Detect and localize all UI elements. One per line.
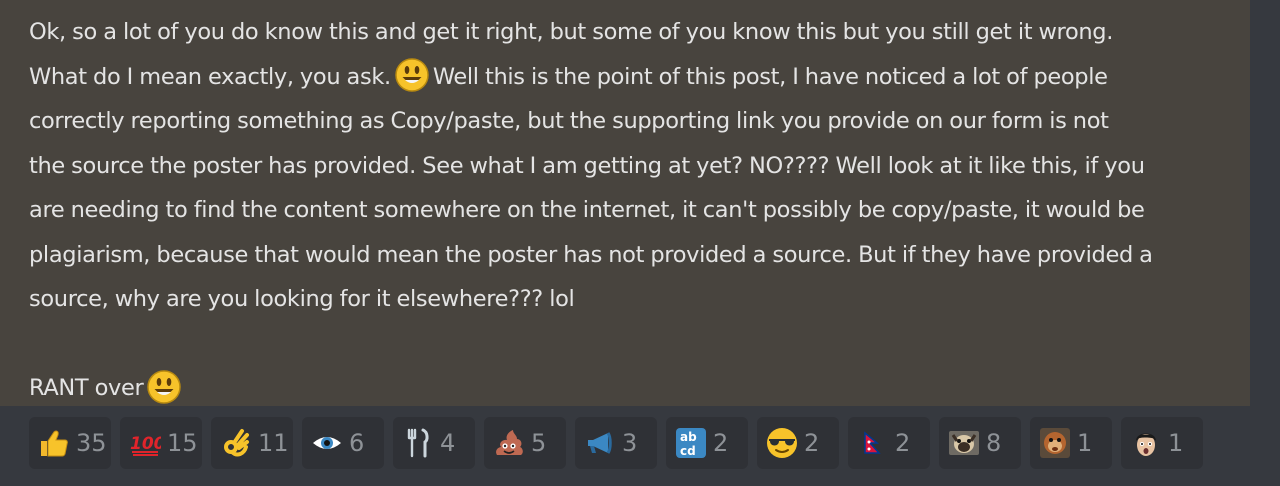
reaction-nepal-flag[interactable]: 2	[848, 417, 930, 469]
reaction-count: 8	[986, 429, 1002, 457]
smiley-emoji-icon	[395, 58, 429, 92]
reaction-eye[interactable]: 6	[302, 417, 384, 469]
reaction-thumbs-up[interactable]: 35	[29, 417, 111, 469]
reaction-ok-hand[interactable]: 11	[211, 417, 293, 469]
sunglasses-face-icon	[766, 427, 798, 459]
reaction-fork-knife[interactable]: 4	[393, 417, 475, 469]
message-line: correctly reporting something as Copy/pa…	[29, 108, 1109, 134]
reaction-megaphone[interactable]: 3	[575, 417, 657, 469]
reaction-count: 2	[895, 429, 911, 457]
message-line-part: What do I mean exactly, you ask.	[29, 63, 391, 90]
reaction-count: 4	[440, 429, 456, 457]
reaction-abcd[interactable]: ab cd 2	[666, 417, 748, 469]
fork-knife-icon	[402, 427, 434, 459]
reaction-hundred[interactable]: 100 15	[120, 417, 202, 469]
reaction-count: 2	[804, 429, 820, 457]
reaction-shocked-face[interactable]: 1	[1121, 417, 1203, 469]
reactions-bar: 35 100 15 11 6 4 5 3	[29, 417, 1203, 469]
message-line-part: Well this is the point of this post, I h…	[432, 63, 1108, 90]
reaction-count: 3	[622, 429, 638, 457]
message-content: Ok, so a lot of you do know this and get…	[29, 10, 1254, 411]
reaction-count: 15	[167, 429, 198, 457]
message-line-part: RANT over	[29, 375, 144, 401]
pug-emote-icon	[948, 427, 980, 459]
reaction-count: 11	[258, 429, 289, 457]
reaction-pug[interactable]: 8	[939, 417, 1021, 469]
reaction-count: 1	[1077, 429, 1093, 457]
message-line: source, why are you looking for it elsew…	[29, 286, 575, 312]
poop-icon	[493, 427, 525, 459]
reaction-count: 6	[349, 429, 365, 457]
reaction-count: 35	[76, 429, 107, 457]
eye-icon	[311, 427, 343, 459]
message-line: What do I mean exactly, you ask. Well thi…	[29, 55, 1254, 100]
message-line: are needing to find the content somewher…	[29, 197, 1145, 223]
ok-hand-icon	[220, 427, 252, 459]
reaction-count: 1	[1168, 429, 1184, 457]
message-line: RANT over	[29, 366, 1254, 411]
svg-text:ab: ab	[680, 430, 697, 444]
reaction-monkey[interactable]: 1	[1030, 417, 1112, 469]
shocked-face-emote-icon	[1130, 427, 1162, 459]
reaction-count: 5	[531, 429, 547, 457]
reaction-count: 2	[713, 429, 729, 457]
message-line: Ok, so a lot of you do know this and get…	[29, 19, 1114, 45]
thumbs-up-icon	[38, 427, 70, 459]
hundred-points-icon: 100	[129, 427, 161, 459]
smiley-emoji-icon	[147, 369, 182, 404]
reaction-sunglasses[interactable]: 2	[757, 417, 839, 469]
monkey-emote-icon	[1039, 427, 1071, 459]
svg-text:cd: cd	[680, 444, 696, 458]
message-line: the source the poster has provided. See …	[29, 152, 1145, 179]
reaction-poop[interactable]: 5	[484, 417, 566, 469]
message-line	[29, 322, 1254, 367]
abcd-icon: ab cd	[675, 427, 707, 459]
megaphone-icon	[584, 427, 616, 459]
message-highlight: Ok, so a lot of you do know this and get…	[0, 0, 1250, 406]
message-line: plagiarism, because that would mean the …	[29, 241, 1153, 268]
nepal-flag-icon	[857, 427, 889, 459]
